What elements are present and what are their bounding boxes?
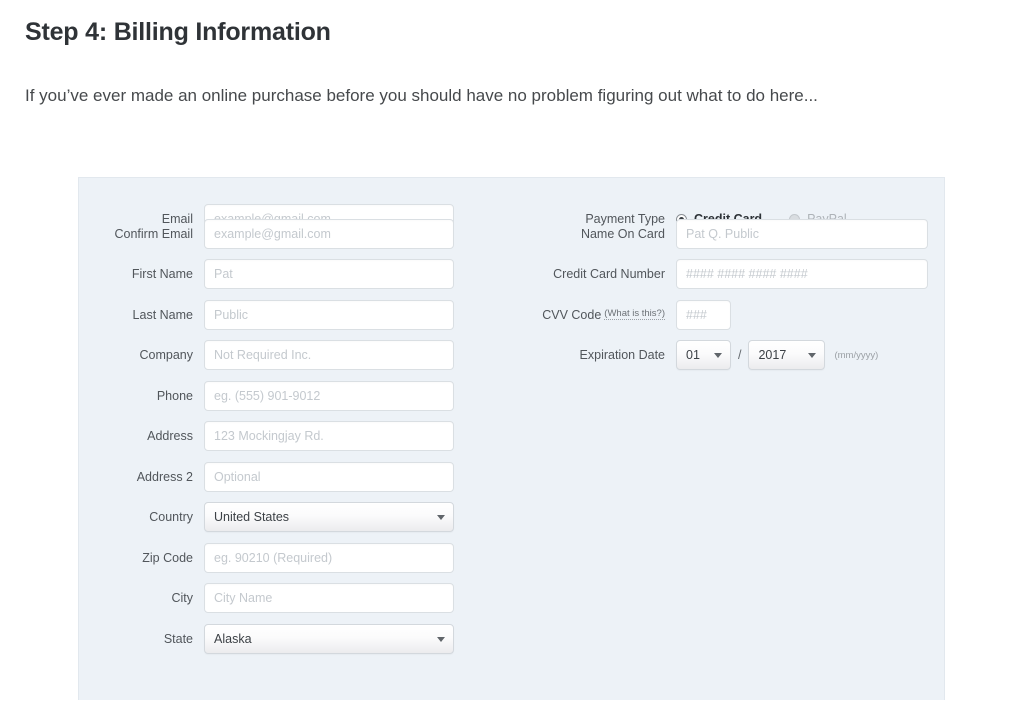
label-city: City — [171, 591, 193, 605]
expiration-month-select[interactable]: 01 — [676, 340, 731, 370]
billing-right-column: Payment Type Credit Card PayPal — [483, 178, 943, 381]
confirm-email-input[interactable] — [204, 218, 454, 249]
label-name-on-card: Name On Card — [580, 226, 665, 241]
field-row-expiration-date: Expiration Date 01 / 2017 (mm/yyyy) — [483, 340, 943, 381]
first-name-input[interactable] — [204, 259, 454, 289]
field-row-phone: Phone — [79, 380, 479, 422]
control-zip-code — [204, 542, 454, 573]
label-first-name: First Name — [131, 267, 193, 281]
field-row-first-name: First Name — [79, 259, 479, 300]
label-expiration-date: Expiration Date — [579, 348, 665, 362]
label-phone: Phone — [156, 388, 193, 403]
field-row-state: State Alaska — [79, 623, 479, 665]
company-input[interactable] — [204, 340, 454, 370]
label-cvv-code: CVV Code — [542, 307, 602, 322]
field-row-address-2: Address 2 — [79, 461, 479, 503]
field-row-zip-code: Zip Code — [79, 542, 479, 584]
control-cvv-code — [676, 299, 731, 330]
label-company: Company — [139, 348, 194, 362]
label-credit-card-number: Credit Card Number — [553, 267, 665, 281]
expiration-year-value: 2017 — [758, 348, 787, 362]
control-address — [204, 421, 454, 451]
cvv-help-link[interactable]: (What is this?) — [604, 307, 665, 320]
country-select[interactable]: United States — [204, 502, 454, 532]
control-name-on-card — [676, 218, 928, 249]
chevron-down-icon — [437, 515, 445, 520]
control-credit-card-number — [676, 259, 928, 289]
billing-left-column: Email Confirm Email First Name Last Name — [79, 178, 479, 664]
control-expiration-date: 01 / 2017 (mm/yyyy) — [676, 340, 878, 370]
field-row-credit-card-number: Credit Card Number — [483, 259, 943, 300]
label-cvv-code-wrap: CVV Code (What is this?) — [483, 300, 665, 332]
label-last-name: Last Name — [132, 307, 193, 322]
field-row-city: City — [79, 583, 479, 624]
expiration-month-value: 01 — [686, 348, 700, 362]
label-address: Address — [147, 429, 193, 443]
phone-input[interactable] — [204, 380, 454, 411]
control-last-name — [204, 299, 454, 330]
billing-form-panel: Email Confirm Email First Name Last Name — [78, 177, 945, 700]
control-address-2 — [204, 461, 454, 492]
intro-paragraph: If you’ve ever made an online purchase b… — [25, 86, 818, 105]
last-name-input[interactable] — [204, 299, 454, 330]
field-row-company: Company — [79, 340, 479, 381]
field-row-last-name: Last Name — [79, 299, 479, 341]
control-phone — [204, 380, 454, 411]
chevron-down-icon — [714, 353, 722, 358]
state-select[interactable]: Alaska — [204, 623, 454, 654]
address-input[interactable] — [204, 421, 454, 451]
field-row-address: Address — [79, 421, 479, 462]
credit-card-number-input[interactable] — [676, 259, 928, 289]
control-first-name — [204, 259, 454, 289]
zip-code-input[interactable] — [204, 542, 454, 573]
billing-page: Step 4: Billing Information If you’ve ev… — [0, 0, 1024, 713]
label-country: Country — [149, 510, 193, 524]
control-city — [204, 583, 454, 613]
label-zip-code: Zip Code — [142, 550, 193, 565]
control-company — [204, 340, 454, 370]
page-title: Step 4: Billing Information — [25, 18, 331, 46]
label-confirm-email: Confirm Email — [114, 226, 194, 241]
expiration-format-hint: (mm/yyyy) — [834, 349, 879, 361]
field-row-country: Country United States — [79, 502, 479, 543]
expiration-year-select[interactable]: 2017 — [748, 340, 826, 370]
address-2-input[interactable] — [204, 461, 454, 492]
field-row-name-on-card: Name On Card — [483, 218, 943, 260]
state-select-value: Alaska — [214, 631, 252, 646]
city-input[interactable] — [204, 583, 454, 613]
control-state: Alaska — [204, 623, 454, 654]
control-confirm-email — [204, 218, 454, 249]
cvv-code-input[interactable] — [676, 299, 731, 330]
name-on-card-input[interactable] — [676, 218, 928, 249]
label-state: State — [163, 631, 193, 646]
label-address-2: Address 2 — [136, 469, 193, 484]
expiration-separator: / — [738, 348, 742, 362]
chevron-down-icon — [808, 353, 817, 358]
control-country: United States — [204, 502, 454, 532]
field-row-confirm-email: Confirm Email — [79, 218, 479, 260]
country-select-value: United States — [214, 510, 290, 524]
chevron-down-icon — [437, 636, 445, 642]
field-row-cvv-code: CVV Code (What is this?) — [483, 299, 943, 341]
